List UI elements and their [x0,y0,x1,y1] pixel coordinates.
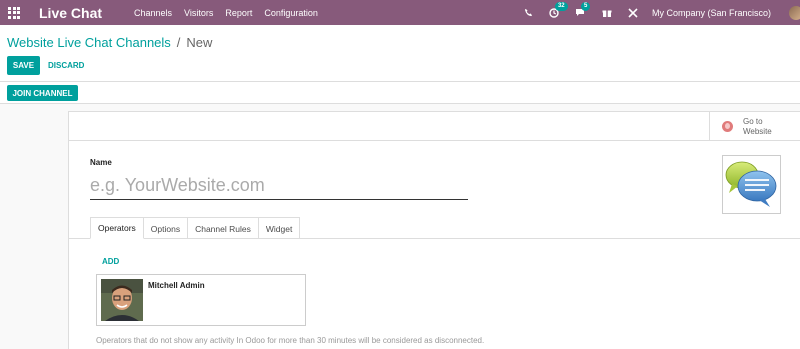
chat-bubbles-icon [725,161,777,207]
activities-badge: 32 [554,1,568,11]
tab-channel-rules[interactable]: Channel Rules [187,217,259,239]
tab-widget[interactable]: Widget [257,217,301,239]
main-menu: Channels Visitors Report Configuration [134,8,330,18]
go-to-website-label: Go to Website [743,117,772,137]
tab-options[interactable]: Options [142,217,189,239]
app-brand[interactable]: Live Chat [39,5,102,21]
go-to-website-button[interactable]: Go to Website [709,112,800,141]
activities-icon[interactable]: 32 [549,1,568,18]
user-avatar[interactable] [789,5,800,20]
navbar-systray: 32 5 My Company (San Francisco) [516,0,800,25]
breadcrumb: Website Live Chat Channels / New [7,35,212,50]
phone-icon[interactable] [524,8,533,17]
form-sheet: Go to Website Name Operators Options Cha… [68,111,800,349]
messages-badge: 5 [580,1,591,11]
apps-menu-icon[interactable] [8,6,20,19]
operator-card[interactable]: Mitchell Admin [96,274,306,326]
breadcrumb-parent[interactable]: Website Live Chat Channels [7,35,171,50]
name-input[interactable] [90,172,468,200]
breadcrumb-current: New [186,35,213,50]
menu-report[interactable]: Report [225,8,252,18]
messages-icon[interactable]: 5 [575,1,591,18]
top-navbar: Live Chat Channels Visitors Report Confi… [0,0,800,25]
name-label: Name [90,158,112,167]
debug-tools-icon[interactable] [628,7,638,18]
discard-button[interactable]: DISCARD [48,56,84,75]
globe-icon [722,121,733,132]
save-button[interactable]: SAVE [7,56,40,75]
breadcrumb-separator: / [176,35,181,50]
tab-operators[interactable]: Operators [90,217,144,239]
menu-visitors[interactable]: Visitors [184,8,213,18]
tabs-divider [69,238,800,239]
notebook-tabs: Operators Options Channel Rules Widget [90,217,301,239]
channel-image[interactable] [722,155,781,214]
company-switcher[interactable]: My Company (San Francisco) [652,8,771,18]
operator-name: Mitchell Admin [148,281,205,290]
button-box: Go to Website [68,112,800,141]
menu-channels[interactable]: Channels [134,8,172,18]
gift-icon[interactable] [602,8,612,18]
add-operator-button[interactable]: ADD [102,257,119,266]
operators-help-text: Operators that do not show any activity … [96,336,485,345]
go-to-website-line1: Go to [743,116,763,126]
operator-avatar [101,279,143,321]
go-to-website-line2: Website [743,126,772,136]
divider [0,81,800,82]
menu-configuration[interactable]: Configuration [264,8,318,18]
join-channel-button[interactable]: JOIN CHANNEL [7,85,78,101]
